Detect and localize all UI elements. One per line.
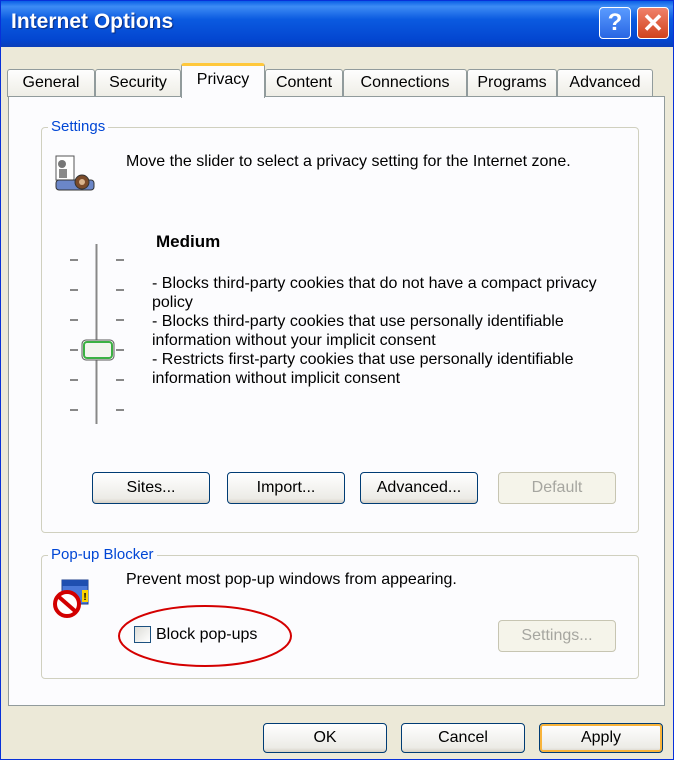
- import-button[interactable]: Import...: [227, 472, 345, 504]
- privacy-desc-1: - Blocks third-party cookies that do not…: [152, 275, 597, 311]
- svg-text:!: !: [83, 592, 86, 603]
- tab-content[interactable]: Content: [265, 69, 343, 97]
- tab-programs[interactable]: Programs: [467, 69, 557, 97]
- settings-group: Settings Move the slider to select a pri…: [41, 118, 639, 533]
- apply-button[interactable]: Apply: [539, 723, 663, 753]
- popup-blocker-icon: !: [53, 579, 89, 618]
- sites-button[interactable]: Sites...: [92, 472, 210, 504]
- highlight-circle: [118, 605, 292, 667]
- popup-blocker-group: Pop-up Blocker ! Prevent most pop-up win…: [41, 546, 639, 679]
- cancel-button[interactable]: Cancel: [401, 723, 525, 753]
- title-bar[interactable]: Internet Options ? ✕: [1, 1, 673, 47]
- settings-instruction: Move the slider to select a privacy sett…: [126, 153, 571, 170]
- tab-advanced[interactable]: Advanced: [557, 69, 653, 97]
- settings-group-label: Settings: [48, 118, 109, 135]
- close-button[interactable]: ✕: [637, 7, 669, 39]
- window-title: Internet Options: [11, 10, 174, 33]
- ok-button[interactable]: OK: [263, 723, 387, 753]
- privacy-desc-3: - Restricts first-party cookies that use…: [152, 351, 574, 387]
- advanced-settings-button[interactable]: Advanced...: [360, 472, 478, 504]
- tab-general[interactable]: General: [7, 69, 95, 97]
- privacy-desc-2: - Blocks third-party cookies that use pe…: [152, 313, 564, 349]
- tab-connections[interactable]: Connections: [343, 69, 467, 97]
- popup-blocker-description: Prevent most pop-up windows from appeari…: [126, 571, 457, 588]
- tab-privacy[interactable]: Privacy: [181, 63, 265, 98]
- internet-options-dialog: Internet Options ? ✕ General Security Pr…: [0, 0, 674, 760]
- close-icon: ✕: [642, 8, 664, 38]
- tab-security[interactable]: Security: [95, 69, 181, 97]
- tab-bar: General Security Privacy Content Connect…: [1, 63, 673, 98]
- help-button[interactable]: ?: [599, 7, 631, 39]
- help-icon: ?: [607, 9, 623, 36]
- popup-settings-button[interactable]: Settings...: [498, 620, 616, 652]
- popup-blocker-group-label: Pop-up Blocker: [48, 546, 157, 563]
- default-button[interactable]: Default: [498, 472, 616, 504]
- privacy-level-title: Medium: [156, 232, 221, 251]
- privacy-icon: [55, 155, 95, 191]
- privacy-panel: Settings Move the slider to select a pri…: [8, 96, 665, 706]
- privacy-slider[interactable]: [60, 238, 134, 428]
